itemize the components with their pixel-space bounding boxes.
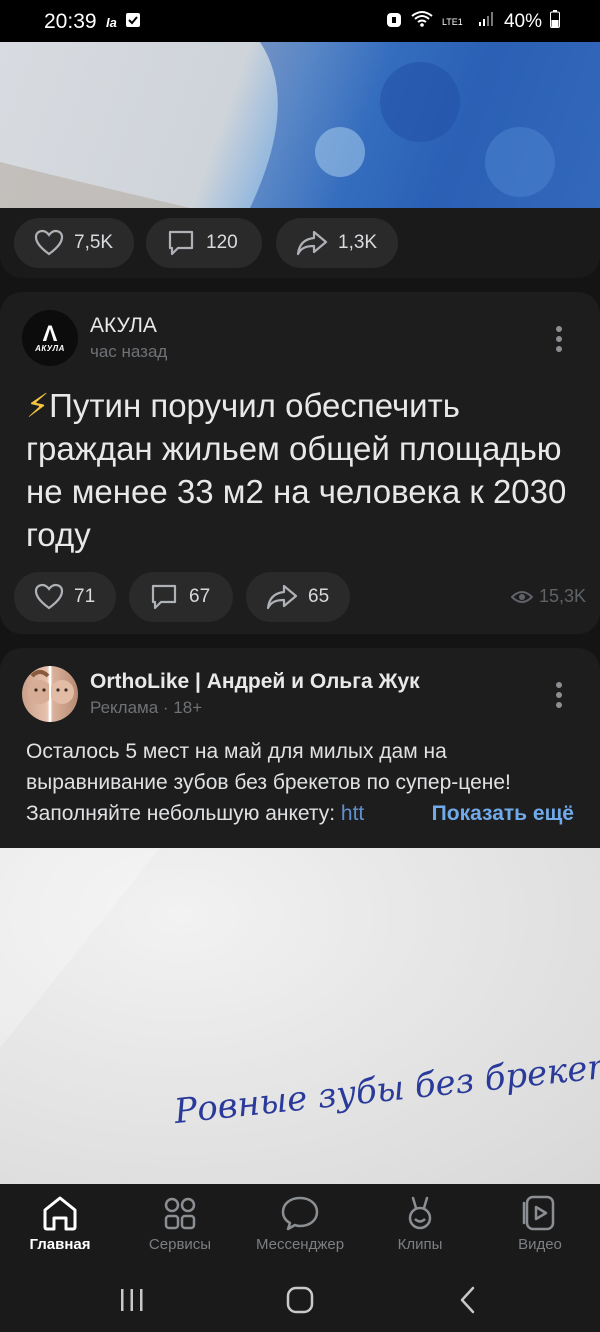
share-icon [266,584,298,610]
ad-link-fragment[interactable]: htt [341,802,364,825]
status-time: 20:39 [44,10,97,33]
post1-comment-button[interactable]: 120 [146,218,262,268]
ortho-avatar-photo [28,666,74,722]
post1-image-art [0,42,600,208]
tab-clips[interactable]: Клипы [360,1184,480,1268]
post1-actions: 7,5K 120 1,3K [0,208,600,278]
tab-home[interactable]: Главная [0,1184,120,1268]
tab-label: Сервисы [148,1236,212,1253]
battery-icon [550,10,560,34]
tab-messenger[interactable]: Мессенджер [240,1184,360,1268]
ad-image-handwriting: Ровные зубы без брекетов? [0,848,600,1132]
post2-comment-count: 67 [189,586,211,607]
post2-text[interactable]: ⚡Путин поручил обеспечить граждан жильем… [26,384,586,556]
status-right-icons: LTE1 40% [386,10,560,34]
heart-icon [34,229,64,256]
post2-like-count: 71 [74,586,96,607]
eye-icon [510,590,533,603]
post1-image[interactable] [0,42,600,208]
alarm-icon [386,10,402,34]
tab-label: Клипы [397,1236,443,1253]
post2-views: 15,3K [510,586,586,607]
lightning-icon: ⚡ [26,387,50,424]
ad-more-icon[interactable] [549,678,569,712]
post2-author-name[interactable]: АКУЛА [90,314,157,338]
akula-logo-icon: Λ [42,320,58,346]
ad-text[interactable]: Осталось 5 мест на май для милых дам на … [26,736,586,829]
tab-services[interactable]: Сервисы [120,1184,240,1268]
services-icon [164,1197,196,1230]
post2-comment-button[interactable]: 67 [129,572,233,622]
messenger-icon [281,1196,319,1231]
post2-text-body: Путин поручил обеспечить граждан жильем … [26,387,567,553]
recent-apps-icon[interactable] [112,1280,152,1320]
comment-icon [168,230,194,256]
ad-author-name[interactable]: OrthoLike | Андрей и Ольга Жук [90,670,420,694]
post2-share-count: 65 [308,586,330,607]
tab-label: Главная [29,1236,91,1253]
home-icon [43,1196,77,1231]
show-more-link[interactable]: Показать ещё [423,798,574,829]
tab-label: Мессенджер [255,1236,345,1253]
ad-handwriting-text: Ровные зубы без брекетов? [171,1039,600,1132]
avatar[interactable] [22,666,78,722]
signal-icon [478,11,496,33]
ad-label: Реклама · 18+ [90,698,203,717]
bottom-tab-bar: Главная Сервисы Мессенджер Клипы Видео [0,1184,600,1268]
ad-image[interactable]: Ровные зубы без брекетов? [0,848,600,1184]
post2-more-icon[interactable] [549,322,569,356]
system-nav-bar [0,1268,600,1332]
post1-comment-count: 120 [206,232,238,253]
clips-icon [408,1196,432,1230]
tab-label: Видео [518,1236,562,1253]
notification-label: Ia [106,15,117,30]
post2-like-button[interactable]: 71 [14,572,116,622]
post1-share-count: 1,3K [338,232,378,253]
checkbox-notification-icon [125,12,141,33]
home-nav-icon[interactable] [280,1280,320,1320]
wifi-icon [410,10,434,34]
video-icon [522,1195,555,1231]
post2-view-count: 15,3K [538,586,586,606]
back-nav-icon[interactable] [448,1280,488,1320]
avatar[interactable]: Λ АКУЛА [22,310,78,366]
post2-time: час назад [90,342,168,361]
status-bar: 20:39 Ia LTE1 40% [0,0,600,42]
status-notification-icons: Ia [106,12,141,33]
post1-like-count: 7,5K [74,232,114,253]
battery-percent: 40% [503,11,542,32]
share-icon [296,230,328,256]
post1-like-button[interactable]: 7,5K [14,218,134,268]
avatar-label: АКУЛА [35,343,65,353]
tab-video[interactable]: Видео [480,1184,600,1268]
post2-share-button[interactable]: 65 [246,572,350,622]
comment-icon [151,584,177,610]
post1-share-button[interactable]: 1,3K [276,218,398,268]
heart-icon [34,583,64,610]
volte-lte-icon: LTE1 [441,16,463,27]
